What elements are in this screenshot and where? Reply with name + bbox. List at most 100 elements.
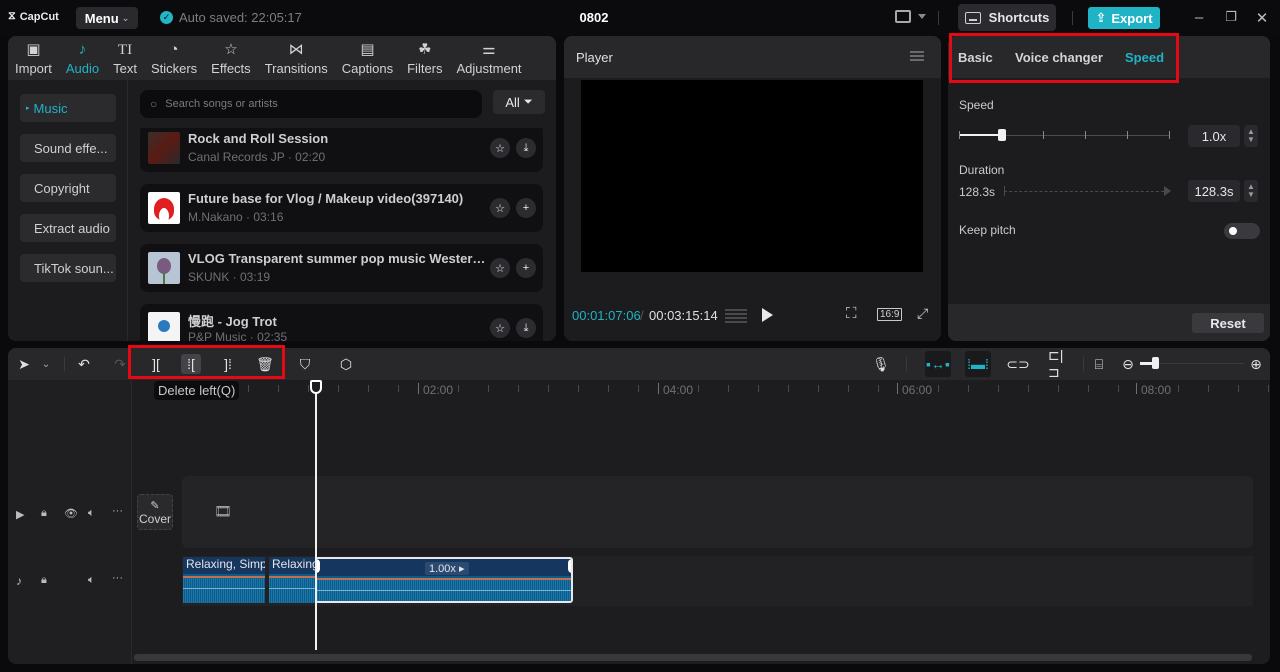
speaker-icon[interactable]: 🔈︎ — [88, 574, 95, 587]
filter-button[interactable]: All ⏷ — [493, 90, 545, 114]
add-icon[interactable]: + — [516, 258, 536, 278]
playhead[interactable] — [315, 382, 317, 650]
tab-basic[interactable]: Basic — [958, 50, 993, 65]
cover-label: Cover — [138, 511, 171, 526]
nav-extract-audio[interactable]: Extract audio — [20, 214, 116, 242]
close-icon[interactable]: ✕ — [1252, 9, 1272, 27]
song-artist-duration: Canal Records JP · 02:20 — [188, 150, 326, 164]
tool-filters[interactable]: ☘ Filters — [400, 36, 449, 77]
album-art — [148, 192, 180, 224]
fullscreen-icon[interactable]: ⤢ — [917, 305, 928, 322]
audio-clip[interactable]: Relaxing — [269, 557, 317, 603]
search-input[interactable]: ○ Search songs or artists — [140, 90, 482, 118]
tool-label: Filters — [407, 61, 443, 76]
restore-icon[interactable]: ❐ — [1221, 9, 1241, 25]
eye-icon[interactable]: 👁︎ — [64, 507, 78, 520]
tool-stickers[interactable]: ◔ Stickers — [144, 36, 204, 77]
caret-right-icon: ▸ — [26, 105, 30, 112]
ruler-tick — [788, 385, 789, 392]
keep-pitch-toggle[interactable] — [1224, 223, 1260, 239]
transition-bowtie-icon: ⋈ — [288, 41, 304, 58]
horizontal-scrollbar[interactable] — [134, 654, 1252, 661]
favorite-star-icon[interactable]: ☆ — [490, 138, 510, 158]
video-track[interactable]: 🎞︎ — [182, 476, 1253, 548]
speed-stepper[interactable]: ▲ ▼ — [1244, 125, 1258, 147]
tool-audio[interactable]: ♪ Audio — [59, 36, 106, 77]
nav-music[interactable]: ▸ Music — [20, 94, 116, 122]
reset-button[interactable]: Reset — [1192, 313, 1264, 333]
song-item[interactable]: 慢跑 - Jog Trot P&P Music · 02:35 ☆ ⤓ — [140, 304, 543, 341]
ruler-label: 06:00 — [902, 383, 933, 397]
tool-adjustment[interactable]: ⚌ Adjustment — [450, 36, 529, 77]
aspect-ratio-button[interactable]: 16:9 — [877, 308, 903, 321]
waveform — [183, 576, 265, 603]
video-preview[interactable] — [581, 80, 923, 272]
ruler-major-tick — [897, 383, 898, 394]
autosave-status: ✓ Auto saved: 22:05:17 — [160, 10, 302, 25]
favorite-star-icon[interactable]: ☆ — [490, 258, 510, 278]
slider-tick — [1127, 131, 1128, 139]
lock-icon[interactable]: 🔒︎ — [41, 507, 47, 520]
lock-icon[interactable]: 🔒︎ — [41, 574, 47, 587]
shortcuts-button[interactable]: Shortcuts — [958, 4, 1056, 31]
minimize-icon[interactable]: – — [1189, 9, 1209, 26]
menu-hamburger-icon[interactable] — [910, 51, 924, 61]
ruler-tick — [518, 385, 519, 392]
app-name: CapCut — [19, 10, 59, 23]
song-artist-duration: SKUNK · 03:19 — [188, 270, 271, 284]
selected-audio-clip[interactable]: 1.00x ▸ — [315, 557, 573, 603]
add-icon[interactable]: + — [516, 198, 536, 218]
more-icon[interactable]: ··· — [112, 572, 123, 584]
playhead-handle[interactable] — [310, 380, 322, 394]
tool-import[interactable]: ▣ Import — [8, 36, 59, 77]
ruler-label: 02:00 — [423, 383, 454, 397]
ruler-label: 08:00 — [1141, 383, 1172, 397]
speed-slider-fill — [960, 134, 1002, 136]
speed-slider-handle[interactable] — [998, 129, 1006, 141]
caret-down-icon[interactable] — [918, 14, 926, 19]
layout-icon[interactable] — [895, 10, 911, 23]
duration-stepper[interactable]: ▲ ▼ — [1244, 180, 1258, 202]
more-icon[interactable]: ··· — [112, 505, 123, 517]
audio-clip[interactable]: Relaxing, Simpl — [183, 557, 265, 603]
speaker-icon[interactable]: 🔈︎ — [88, 507, 95, 520]
nav-label: Music — [33, 100, 68, 116]
filter-label: All — [505, 94, 520, 110]
speed-value-input[interactable]: 1.0x — [1188, 125, 1240, 147]
nav-sound-effects[interactable]: Sound effe... — [20, 134, 116, 162]
favorite-star-icon[interactable]: ☆ — [490, 198, 510, 218]
trim-handle-right[interactable] — [568, 559, 571, 573]
favorite-star-icon[interactable]: ☆ — [490, 318, 510, 338]
tool-text[interactable]: TI Text — [106, 36, 144, 76]
song-item[interactable]: Future base for Vlog / Makeup video(3971… — [140, 184, 543, 232]
tool-label: Effects — [211, 61, 251, 76]
tab-speed[interactable]: Speed — [1125, 50, 1164, 65]
duration-value-input[interactable]: 128.3s — [1188, 180, 1240, 202]
song-artist-duration: P&P Music · 02:35 — [188, 330, 288, 341]
import-icon: ▣ — [26, 41, 41, 58]
song-item[interactable]: Rock and Roll Session Canal Records JP ·… — [140, 128, 543, 172]
music-track-icon: ♪ — [16, 574, 22, 588]
check-circle-icon: ✓ — [160, 11, 173, 24]
nav-tiktok-sounds[interactable]: TikTok soun... — [20, 254, 116, 282]
export-button[interactable]: ⇪ Export — [1088, 7, 1160, 29]
menu-button[interactable]: Menu ⌄ — [76, 7, 138, 29]
tool-effects[interactable]: ☆ Effects — [204, 36, 258, 77]
download-icon[interactable]: ⤓ — [516, 138, 536, 158]
tool-transitions[interactable]: ⋈ Transitions — [258, 36, 335, 77]
tab-voice-changer[interactable]: Voice changer — [1015, 50, 1103, 65]
ruler-tick — [1238, 385, 1239, 392]
divider — [1072, 11, 1073, 25]
keyboard-icon — [964, 11, 981, 24]
tool-captions[interactable]: ▤ Captions — [335, 36, 400, 77]
nav-copyright[interactable]: Copyright — [20, 174, 116, 202]
song-item[interactable]: VLOG Transparent summer pop music Wester… — [140, 244, 543, 292]
cover-button[interactable]: ✎ Cover — [137, 494, 173, 530]
zoom-fit-icon[interactable]: ⛶ — [846, 305, 857, 322]
ruler-tick — [338, 385, 339, 392]
song-title: VLOG Transparent summer pop music Wester… — [188, 251, 488, 266]
arrow-right-icon — [1164, 186, 1171, 196]
play-icon[interactable] — [762, 308, 773, 322]
download-icon[interactable]: ⤓ — [516, 318, 536, 338]
total-timecode: 00:03:15:14 — [649, 308, 718, 323]
